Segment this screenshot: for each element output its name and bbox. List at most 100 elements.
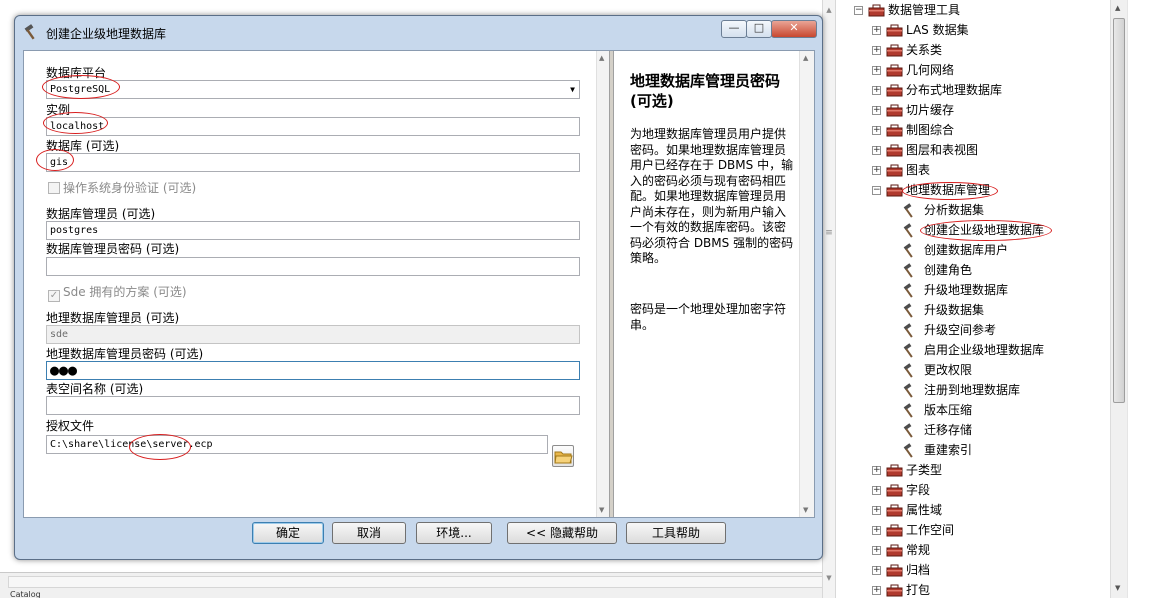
- tool-item[interactable]: 分析数据集: [838, 201, 1108, 220]
- catalog-tab[interactable]: Catalog: [10, 590, 100, 598]
- tool-item[interactable]: 重建索引: [838, 441, 1108, 460]
- gdb-admin-password-input[interactable]: ●●●: [46, 361, 580, 380]
- minimize-button[interactable]: —: [721, 20, 747, 38]
- expand-icon[interactable]: +: [872, 146, 881, 155]
- expand-icon[interactable]: +: [872, 506, 881, 515]
- tree-item-label: 打包: [906, 583, 931, 597]
- tool-item[interactable]: 注册到地理数据库: [838, 381, 1108, 400]
- cancel-button[interactable]: 取消: [332, 522, 406, 544]
- os-auth-checkbox[interactable]: 操作系统身份验证 (可选): [48, 179, 196, 196]
- toolbox-icon: [886, 484, 903, 497]
- toolset-item[interactable]: + 图表: [838, 161, 1108, 180]
- toolset-item[interactable]: + 制图综合: [838, 121, 1108, 140]
- tree-item-label: 地理数据库管理: [906, 183, 991, 197]
- tablespace-input[interactable]: [46, 396, 580, 415]
- horizontal-scrollbar[interactable]: [8, 576, 823, 588]
- expand-icon[interactable]: +: [872, 86, 881, 95]
- toolset-item[interactable]: + 打包: [838, 581, 1108, 598]
- toolset-item[interactable]: + 图层和表视图: [838, 141, 1108, 160]
- toolset-item[interactable]: + 几何网络: [838, 61, 1108, 80]
- expand-icon[interactable]: +: [872, 546, 881, 555]
- tool-item[interactable]: 版本压缩: [838, 401, 1108, 420]
- toolbox-icon: [886, 584, 903, 597]
- expand-icon[interactable]: +: [872, 66, 881, 75]
- toolset-item[interactable]: + 工作空间: [838, 521, 1108, 540]
- database-input[interactable]: gis: [46, 153, 580, 172]
- tool-item[interactable]: 升级数据集: [838, 301, 1108, 320]
- tree-item-label: 切片缓存: [906, 103, 955, 117]
- tool-item[interactable]: 升级空间参考: [838, 321, 1108, 340]
- toolbox-tree: − 数据管理工具 + LAS 数据集 + 关系类 + 几何网络 + 分布式地理数据库 + 切片缓存 + 制…: [838, 0, 1110, 598]
- tool-item[interactable]: 启用企业级地理数据库: [838, 341, 1108, 360]
- toolbox-icon: [886, 524, 903, 537]
- parameters-scrollbar[interactable]: ▲ ▼: [596, 51, 609, 517]
- expand-icon[interactable]: +: [872, 486, 881, 495]
- right-edge-panel: [1127, 0, 1150, 598]
- tool-item[interactable]: 创建角色: [838, 261, 1108, 280]
- instance-input[interactable]: localhost: [46, 117, 580, 136]
- expand-icon[interactable]: +: [872, 46, 881, 55]
- tree-scrollbar[interactable]: ▲ ▼: [1110, 0, 1127, 598]
- ok-button[interactable]: 确定: [252, 522, 324, 544]
- expand-icon[interactable]: +: [872, 166, 881, 175]
- expand-icon[interactable]: +: [872, 566, 881, 575]
- toolset-item[interactable]: + 归档: [838, 561, 1108, 580]
- tool-item[interactable]: 迁移存储: [838, 421, 1108, 440]
- dropdown-arrow-icon: ▼: [570, 85, 575, 94]
- expand-icon[interactable]: +: [872, 106, 881, 115]
- toolset-item[interactable]: + 关系类: [838, 41, 1108, 60]
- tree-item-label: 启用企业级地理数据库: [924, 343, 1045, 357]
- collapse-icon[interactable]: −: [854, 6, 863, 15]
- splitter-up-arrow-icon: ▲: [826, 6, 832, 14]
- close-button[interactable]: ✕: [771, 20, 817, 38]
- toolset-item[interactable]: + LAS 数据集: [838, 21, 1108, 40]
- panel-splitter[interactable]: ▲ ≡ ▼: [822, 0, 836, 598]
- dialog-titlebar[interactable]: 创建企业级地理数据库 — □ ✕: [15, 16, 822, 50]
- help-pane: 地理数据库管理员密码 (可选) 为地理数据库管理员用户提供密码。如果地理数据库管…: [614, 51, 814, 517]
- tree-item-label: 创建角色: [924, 263, 973, 277]
- expand-icon[interactable]: +: [872, 126, 881, 135]
- expand-icon[interactable]: +: [872, 26, 881, 35]
- tool-item[interactable]: 更改权限: [838, 361, 1108, 380]
- license-file-input[interactable]: C:\share\license\server.ecp: [46, 435, 548, 454]
- tool-item[interactable]: 升级地理数据库: [838, 281, 1108, 300]
- toolset-item[interactable]: + 字段: [838, 481, 1108, 500]
- tool-item[interactable]: 创建企业级地理数据库: [838, 221, 1108, 240]
- tool-item[interactable]: 创建数据库用户: [838, 241, 1108, 260]
- tree-item-label: 创建企业级地理数据库: [924, 223, 1045, 237]
- hammer-icon: [903, 243, 913, 258]
- toolbox-icon: [886, 24, 903, 37]
- toolset-item[interactable]: + 常规: [838, 541, 1108, 560]
- expand-icon[interactable]: +: [872, 526, 881, 535]
- tree-scroll-thumb[interactable]: [1113, 18, 1125, 403]
- toolset-item[interactable]: + 属性域: [838, 501, 1108, 520]
- scroll-down-arrow-icon: ▼: [803, 506, 809, 514]
- toolbox-icon: [886, 44, 903, 57]
- gdb-admin-input[interactable]: sde: [46, 325, 580, 344]
- toolbox-icon: [886, 464, 903, 477]
- sde-schema-checkbox[interactable]: ✓ Sde 拥有的方案 (可选): [48, 283, 187, 302]
- tool-help-button[interactable]: 工具帮助: [626, 522, 726, 544]
- help-scrollbar[interactable]: ▲ ▼: [799, 51, 814, 517]
- environments-button[interactable]: 环境...: [416, 522, 492, 544]
- db-admin-password-label: 数据库管理员密码 (可选): [46, 242, 180, 256]
- platform-label: 数据库平台: [46, 66, 107, 80]
- browse-folder-button[interactable]: [552, 445, 574, 467]
- maximize-button[interactable]: □: [746, 20, 772, 38]
- db-admin-password-input[interactable]: [46, 257, 580, 276]
- tree-item-label: 常规: [906, 543, 931, 557]
- toolset-item-expanded[interactable]: − 地理数据库管理: [838, 181, 1108, 200]
- toolset-item[interactable]: + 切片缓存: [838, 101, 1108, 120]
- tree-root-data-management-tools[interactable]: − 数据管理工具: [838, 1, 1108, 20]
- hammer-icon: [903, 443, 913, 458]
- hide-help-button[interactable]: << 隐藏帮助: [507, 522, 617, 544]
- tree-item-label: 分布式地理数据库: [906, 83, 1003, 97]
- toolset-item[interactable]: + 分布式地理数据库: [838, 81, 1108, 100]
- db-admin-input[interactable]: postgres: [46, 221, 580, 240]
- splitter-down-arrow-icon: ▼: [826, 574, 832, 582]
- toolset-item[interactable]: + 子类型: [838, 461, 1108, 480]
- expand-icon[interactable]: +: [872, 586, 881, 595]
- collapse-icon[interactable]: −: [872, 186, 881, 195]
- expand-icon[interactable]: +: [872, 466, 881, 475]
- platform-dropdown[interactable]: PostgreSQL ▼: [46, 80, 580, 99]
